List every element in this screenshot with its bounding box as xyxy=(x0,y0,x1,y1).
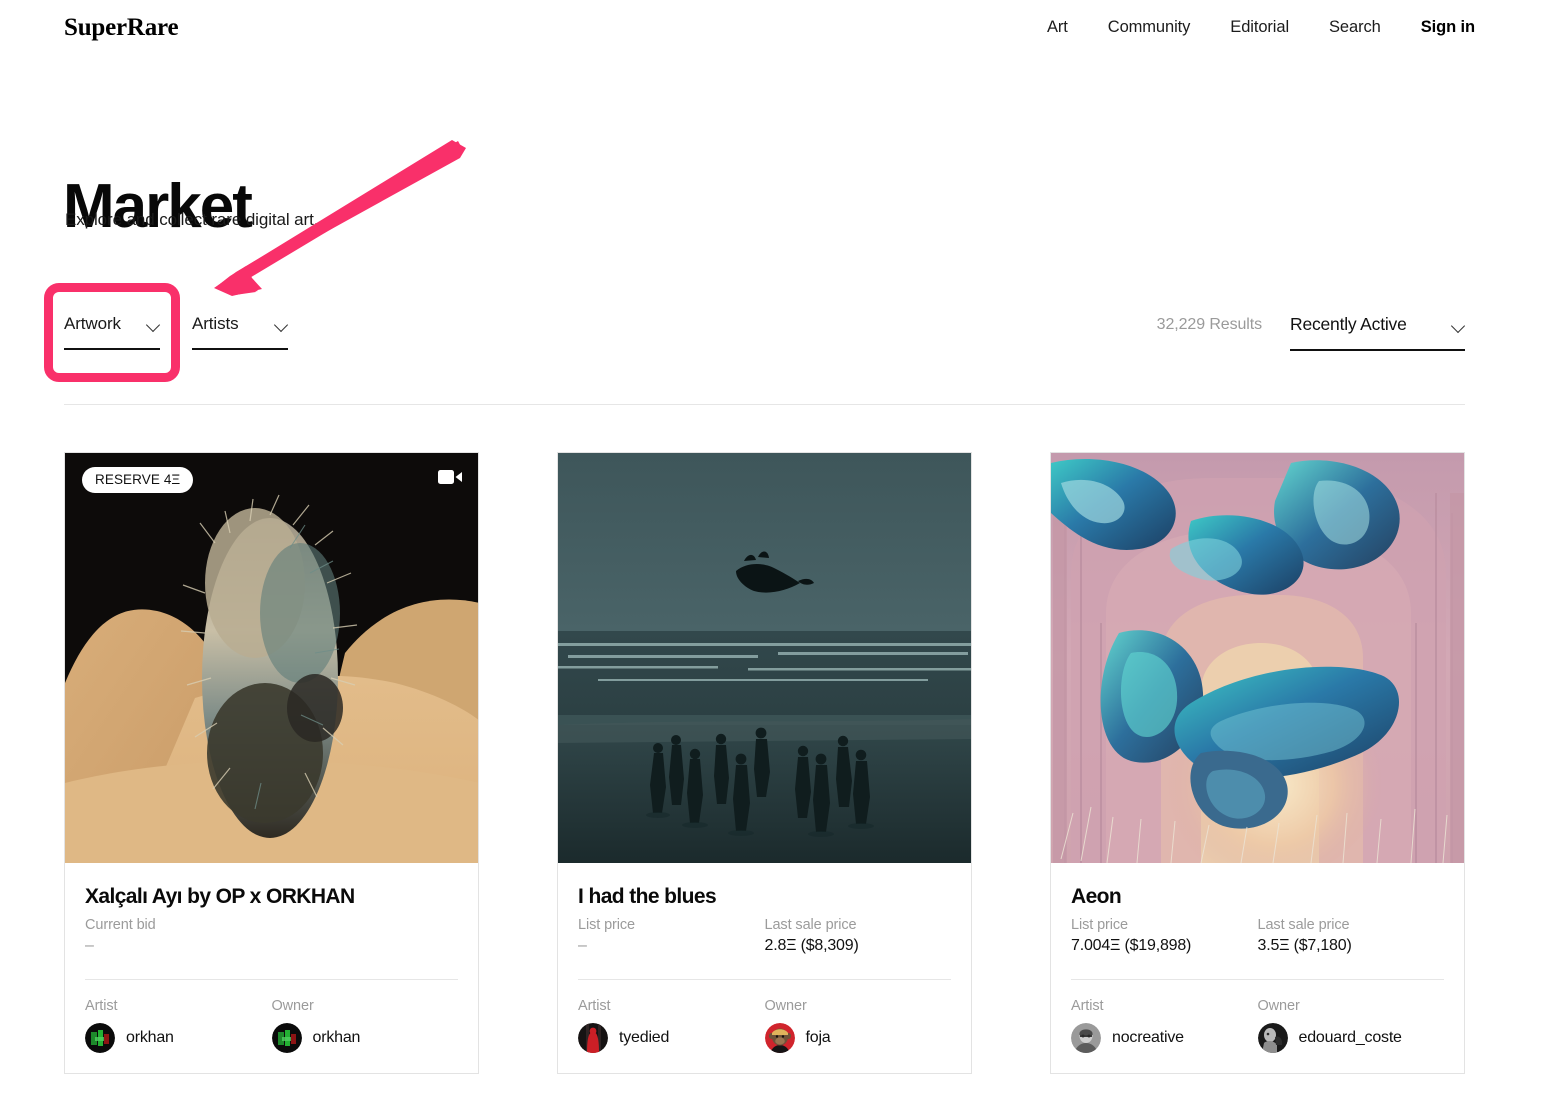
price-col-left: Current bid – xyxy=(85,917,272,957)
price-value: 3.5Ξ ($7,180) xyxy=(1257,937,1352,954)
artwork-title[interactable]: Aeon xyxy=(1071,885,1444,909)
card-divider xyxy=(1071,979,1444,980)
nav-item-art[interactable]: Art xyxy=(1047,18,1068,37)
results-count: 32,229 Results xyxy=(1156,316,1262,333)
artists-filter-dropdown[interactable]: Artists xyxy=(192,314,288,350)
artist-link[interactable]: nocreative xyxy=(1071,1023,1258,1053)
artwork-image-1 xyxy=(65,453,478,863)
card-divider xyxy=(578,979,951,980)
artist-link[interactable]: tyedied xyxy=(578,1023,765,1053)
price-label: Last sale price xyxy=(1257,917,1350,933)
nav-item-community[interactable]: Community xyxy=(1108,18,1191,37)
artist-label: Artist xyxy=(1071,998,1104,1014)
artwork-card[interactable]: I had the blues List price – Last sale p… xyxy=(557,452,972,1074)
owner-name: edouard_coste xyxy=(1298,1029,1402,1046)
price-col-left: List price 7.004Ξ ($19,898) xyxy=(1071,917,1258,957)
avatar xyxy=(764,1023,795,1053)
video-camera-icon xyxy=(438,470,462,484)
artist-col: Artist orkhan xyxy=(85,998,272,1053)
chevron-down-icon xyxy=(1452,321,1465,329)
price-value: 7.004Ξ ($19,898) xyxy=(1071,937,1192,954)
owner-link[interactable]: foja xyxy=(764,1023,952,1053)
artwork-thumbnail[interactable]: RESERVE 4Ξ xyxy=(65,453,478,863)
owner-label: Owner xyxy=(1257,998,1300,1014)
price-row: Current bid – xyxy=(85,917,458,957)
artwork-title[interactable]: I had the blues xyxy=(578,885,951,909)
price-col-right xyxy=(272,917,459,957)
nav-item-editorial[interactable]: Editorial xyxy=(1230,18,1289,37)
page-subtitle: Explore and collect rare digital art. xyxy=(65,210,319,229)
section-divider xyxy=(64,404,1465,405)
reserve-badge: RESERVE 4Ξ xyxy=(82,467,194,493)
site-header: SuperRare Art Community Editorial Search… xyxy=(0,0,1565,60)
avatar xyxy=(1071,1023,1101,1053)
price-label: Current bid xyxy=(85,917,156,933)
artwork-thumbnail[interactable] xyxy=(1051,453,1464,863)
artist-name: nocreative xyxy=(1112,1029,1184,1046)
owner-name: foja xyxy=(805,1029,831,1046)
artist-col: Artist tyedied xyxy=(578,998,765,1053)
price-value: – xyxy=(578,937,587,954)
filter-bar: Artwork Artists xyxy=(64,314,288,350)
people-row: Artist orkhan Owner orkhan xyxy=(85,998,458,1053)
people-row: Artist nocreative Owner edouard_coste xyxy=(1071,998,1444,1053)
owner-label: Owner xyxy=(764,998,807,1014)
artist-label: Artist xyxy=(578,998,611,1014)
owner-link[interactable]: edouard_coste xyxy=(1257,1023,1445,1053)
artist-label: Artist xyxy=(85,998,118,1014)
price-value: 2.8Ξ ($8,309) xyxy=(764,937,859,954)
owner-col: Owner foja xyxy=(764,998,952,1053)
owner-col: Owner orkhan xyxy=(271,998,459,1053)
artwork-card-body: I had the blues List price – Last sale p… xyxy=(558,863,971,1073)
owner-label: Owner xyxy=(271,998,314,1014)
main-nav: Art Community Editorial Search Sign in xyxy=(1047,18,1475,37)
avatar xyxy=(1257,1023,1288,1053)
price-row: List price – Last sale price 2.8Ξ ($8,30… xyxy=(578,917,951,957)
artist-name: orkhan xyxy=(126,1029,174,1046)
card-divider xyxy=(85,979,458,980)
artist-link[interactable]: orkhan xyxy=(85,1023,272,1053)
artwork-image-2 xyxy=(558,453,971,863)
superrare-logo[interactable]: SuperRare xyxy=(64,14,179,42)
owner-col: Owner edouard_coste xyxy=(1257,998,1445,1053)
artist-col: Artist nocreative xyxy=(1071,998,1258,1053)
nav-item-sign-in[interactable]: Sign in xyxy=(1421,18,1475,37)
sort-dropdown-label: Recently Active xyxy=(1290,314,1407,334)
price-col-right: Last sale price 3.5Ξ ($7,180) xyxy=(1258,917,1445,957)
artwork-filter-label: Artwork xyxy=(64,314,121,333)
artwork-card[interactable]: Aeon List price 7.004Ξ ($19,898) Last sa… xyxy=(1050,452,1465,1074)
price-value: – xyxy=(85,937,94,954)
people-row: Artist tyedied Owner foja xyxy=(578,998,951,1053)
avatar xyxy=(578,1023,608,1053)
owner-link[interactable]: orkhan xyxy=(271,1023,459,1053)
price-value xyxy=(272,921,459,941)
chevron-down-icon xyxy=(275,320,288,328)
price-label: List price xyxy=(578,917,636,933)
owner-name: orkhan xyxy=(312,1029,361,1046)
price-row: List price 7.004Ξ ($19,898) Last sale pr… xyxy=(1071,917,1444,957)
artwork-card-body: Aeon List price 7.004Ξ ($19,898) Last sa… xyxy=(1051,863,1464,1073)
artwork-card-body: Xalçalı Ayı by OP x ORKHAN Current bid –… xyxy=(65,863,478,1073)
price-label: List price xyxy=(1071,917,1129,933)
chevron-down-icon xyxy=(147,320,160,328)
artwork-grid: RESERVE 4Ξ Xalçalı Ayı by OP x ORKHAN Cu… xyxy=(64,452,1465,1074)
artwork-thumbnail[interactable] xyxy=(558,453,971,863)
artwork-filter-dropdown[interactable]: Artwork xyxy=(64,314,160,350)
nav-item-search[interactable]: Search xyxy=(1329,18,1381,37)
artwork-card[interactable]: RESERVE 4Ξ Xalçalı Ayı by OP x ORKHAN Cu… xyxy=(64,452,479,1074)
price-col-left: List price – xyxy=(578,917,765,957)
market-page: SuperRare Art Community Editorial Search… xyxy=(0,0,1565,1093)
avatar xyxy=(271,1023,302,1053)
price-col-right: Last sale price 2.8Ξ ($8,309) xyxy=(765,917,952,957)
sort-dropdown[interactable]: Recently Active xyxy=(1290,314,1465,351)
results-and-sort: 32,229 Results Recently Active xyxy=(1157,314,1465,351)
artwork-image-3 xyxy=(1051,453,1464,863)
price-label: Last sale price xyxy=(764,917,857,933)
artists-filter-label: Artists xyxy=(192,314,239,333)
artwork-title[interactable]: Xalçalı Ayı by OP x ORKHAN xyxy=(85,885,458,909)
artist-name: tyedied xyxy=(619,1029,670,1046)
avatar xyxy=(85,1023,115,1053)
